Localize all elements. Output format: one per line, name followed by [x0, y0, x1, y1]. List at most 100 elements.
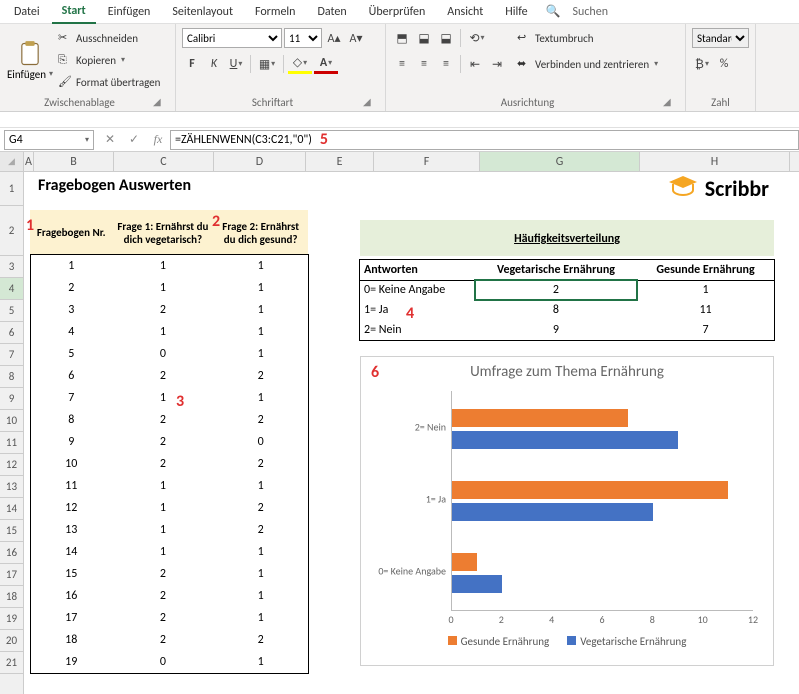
indent-increase-icon[interactable]: ⇥ — [487, 54, 507, 74]
wrap-text-button[interactable]: ↩Textumbruch — [517, 28, 658, 48]
cell[interactable]: 1 — [214, 607, 308, 629]
align-right-icon[interactable]: ≡ — [436, 54, 456, 74]
cell[interactable]: 1 — [214, 277, 308, 299]
cell[interactable]: 9 — [31, 431, 112, 453]
cell[interactable]: 1 — [112, 321, 214, 343]
cell[interactable]: 13 — [31, 519, 112, 541]
table-row[interactable]: 1521 — [31, 563, 308, 585]
increase-font-icon[interactable]: A▴ — [324, 28, 344, 48]
chevron-down-icon[interactable]: ▾ — [85, 135, 89, 145]
fill-color-button[interactable]: ◇▾ — [288, 54, 312, 74]
menu-daten[interactable]: Daten — [307, 1, 356, 23]
table-row[interactable]: 211 — [31, 277, 308, 299]
row-header-5[interactable]: 5 — [0, 300, 23, 322]
cell[interactable]: 1 — [112, 519, 214, 541]
align-bottom-icon[interactable]: ⬓ — [436, 28, 456, 48]
cell[interactable]: 3 — [31, 299, 112, 321]
cell[interactable]: 15 — [31, 563, 112, 585]
menu-start[interactable]: Start — [52, 0, 96, 24]
table-row[interactable]: 920 — [31, 431, 308, 453]
cell[interactable]: 1 — [112, 497, 214, 519]
align-middle-icon[interactable]: ⬓ — [414, 28, 434, 48]
cell[interactable]: 2 — [112, 299, 214, 321]
table-row[interactable]: 411 — [31, 321, 308, 343]
col-header-a[interactable]: A — [24, 152, 34, 171]
menu-ueberpruefen[interactable]: Überprüfen — [359, 1, 436, 23]
cell[interactable]: 17 — [31, 607, 112, 629]
cell[interactable]: 0 — [112, 651, 214, 673]
cell[interactable]: 4 — [31, 321, 112, 343]
cell[interactable]: 19 — [31, 651, 112, 673]
sheet-canvas[interactable]: Fragebogen Auswerten Scribbr 1 2 3 4 Fra… — [24, 172, 799, 694]
cell[interactable]: 1 — [214, 563, 308, 585]
row-header-18[interactable]: 18 — [0, 586, 23, 608]
menu-ansicht[interactable]: Ansicht — [437, 1, 493, 23]
row-header-7[interactable]: 7 — [0, 344, 23, 366]
fx-icon[interactable]: fx — [146, 132, 170, 147]
cell[interactable]: 16 — [31, 585, 112, 607]
col-header-f[interactable]: F — [374, 152, 480, 171]
decrease-font-icon[interactable]: A▾ — [346, 28, 366, 48]
col-header-c[interactable]: C — [114, 152, 214, 171]
cell[interactable]: 2 — [214, 365, 308, 387]
align-top-icon[interactable]: ⬒ — [392, 28, 412, 48]
menu-formeln[interactable]: Formeln — [245, 1, 305, 23]
cell[interactable]: 0 — [112, 343, 214, 365]
table-row[interactable]: 1411 — [31, 541, 308, 563]
table-row[interactable]: 1901 — [31, 651, 308, 673]
formula-input[interactable]: =ZÄHLENWENN(C3:C21,"0") 5 — [170, 130, 799, 150]
cell[interactable]: 1 — [214, 585, 308, 607]
cell[interactable]: 2 — [214, 629, 308, 651]
cell[interactable]: 2 — [214, 409, 308, 431]
align-center-icon[interactable]: ≡ — [414, 54, 434, 74]
cell[interactable]: 2 — [214, 519, 308, 541]
format-painter-button[interactable]: 🖌Format übertragen — [58, 72, 160, 92]
col-header-d[interactable]: D — [214, 152, 306, 171]
col-header-h[interactable]: H — [640, 152, 790, 171]
cell[interactable]: 1 — [112, 541, 214, 563]
menu-hilfe[interactable]: Hilfe — [495, 1, 537, 23]
cell[interactable]: 2 — [112, 365, 214, 387]
table-row[interactable]: 111 — [31, 255, 308, 277]
col-header-g[interactable]: G — [480, 152, 640, 171]
search-icon[interactable]: 🔍 — [546, 4, 561, 19]
row-header-3[interactable]: 3 — [0, 256, 23, 278]
merge-center-button[interactable]: ⬌Verbinden und zentrieren▾ — [517, 54, 658, 74]
cell[interactable]: 6 — [31, 365, 112, 387]
select-all-corner[interactable]: ◢ — [0, 152, 24, 171]
row-header-9[interactable]: 9 — [0, 388, 23, 410]
cell[interactable]: 14 — [31, 541, 112, 563]
row-header-13[interactable]: 13 — [0, 476, 23, 498]
table-row[interactable]: 1111 — [31, 475, 308, 497]
cell[interactable]: 2= Nein — [360, 320, 475, 340]
row-header-2[interactable]: 2 — [0, 206, 23, 256]
cell[interactable]: 2 — [31, 277, 112, 299]
border-button[interactable]: ▦▾ — [255, 54, 279, 74]
currency-icon[interactable]: ₿▾ — [692, 54, 712, 74]
cut-button[interactable]: ✂Ausschneiden — [58, 28, 160, 48]
col-header-b[interactable]: B — [34, 152, 114, 171]
cell[interactable]: 1 — [112, 475, 214, 497]
cell[interactable]: 1 — [214, 541, 308, 563]
dialog-launcher-icon[interactable]: ◢ — [663, 95, 677, 109]
cell[interactable]: 18 — [31, 629, 112, 651]
font-color-button[interactable]: A▾ — [314, 54, 338, 74]
row-header-21[interactable]: 21 — [0, 652, 23, 674]
row-header-4[interactable]: 4 — [0, 278, 23, 300]
dialog-launcher-icon[interactable]: ◢ — [153, 95, 167, 109]
cell[interactable]: 1 — [637, 280, 774, 300]
table-row[interactable]: 1621 — [31, 585, 308, 607]
cell[interactable]: 2 — [112, 629, 214, 651]
cell[interactable]: 9 — [475, 320, 637, 340]
table-row[interactable]: 711 — [31, 387, 308, 409]
table-row[interactable]: 1212 — [31, 497, 308, 519]
percent-icon[interactable]: % — [714, 54, 734, 74]
dialog-launcher-icon[interactable]: ◢ — [363, 95, 377, 109]
underline-button[interactable]: U▾ — [226, 54, 246, 74]
cell[interactable]: 2 — [112, 607, 214, 629]
cell[interactable]: 1 — [214, 343, 308, 365]
row-header-11[interactable]: 11 — [0, 432, 23, 454]
cell[interactable]: 0= Keine Angabe — [360, 280, 475, 300]
row-header-8[interactable]: 8 — [0, 366, 23, 388]
row-header-12[interactable]: 12 — [0, 454, 23, 476]
